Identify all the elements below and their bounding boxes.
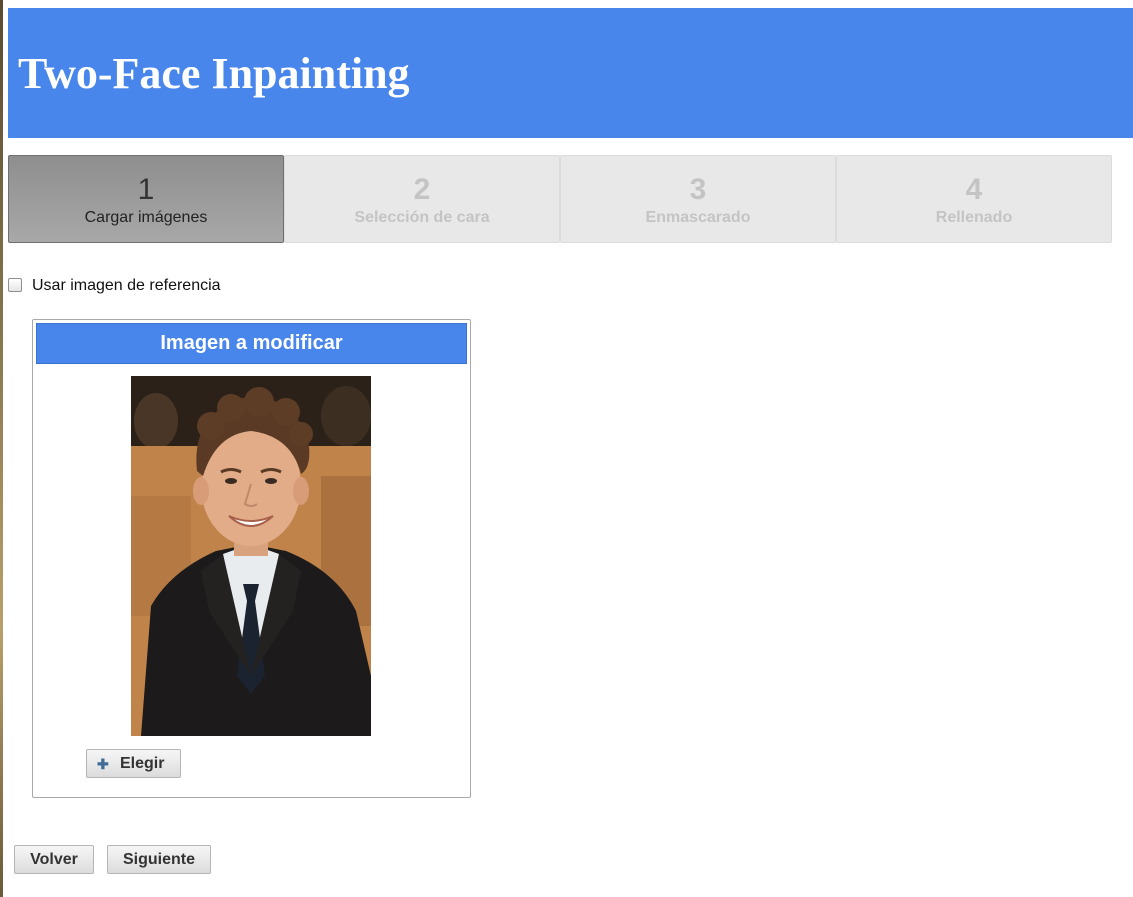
next-button[interactable]: Siguiente (107, 845, 211, 874)
plus-icon: ✚ (97, 756, 109, 772)
back-button[interactable]: Volver (14, 845, 94, 874)
step-number: 3 (689, 173, 707, 206)
step-number: 1 (137, 173, 155, 206)
page-title: Two-Face Inpainting (18, 49, 410, 98)
step-label: Rellenado (935, 209, 1013, 226)
window-edge (0, 0, 3, 897)
step-number: 4 (965, 173, 983, 206)
image-panel: Imagen a modificar ✚ Elegir (32, 319, 471, 798)
reference-checkbox[interactable] (8, 278, 22, 292)
step-1[interactable]: 1 Cargar imágenes (8, 155, 284, 243)
step-4[interactable]: 4 Rellenado (836, 155, 1112, 243)
step-2[interactable]: 2 Selección de cara (284, 155, 560, 243)
choose-label: Elegir (120, 755, 165, 772)
person-portrait-photo (131, 376, 371, 736)
page-header: Two-Face Inpainting (8, 8, 1133, 138)
choose-image-button[interactable]: ✚ Elegir (86, 749, 181, 778)
reference-label[interactable]: Usar imagen de referencia (32, 277, 221, 295)
wizard-steps: 1 Cargar imágenes 2 Selección de cara 3 … (8, 155, 1113, 244)
step-label: Cargar imágenes (84, 209, 208, 226)
panel-title: Imagen a modificar (36, 323, 467, 364)
portrait-illustration (131, 376, 371, 736)
step-label: Enmascarado (645, 209, 751, 226)
step-number: 2 (413, 173, 431, 206)
step-3[interactable]: 3 Enmascarado (560, 155, 836, 243)
step-label: Selección de cara (354, 209, 490, 226)
